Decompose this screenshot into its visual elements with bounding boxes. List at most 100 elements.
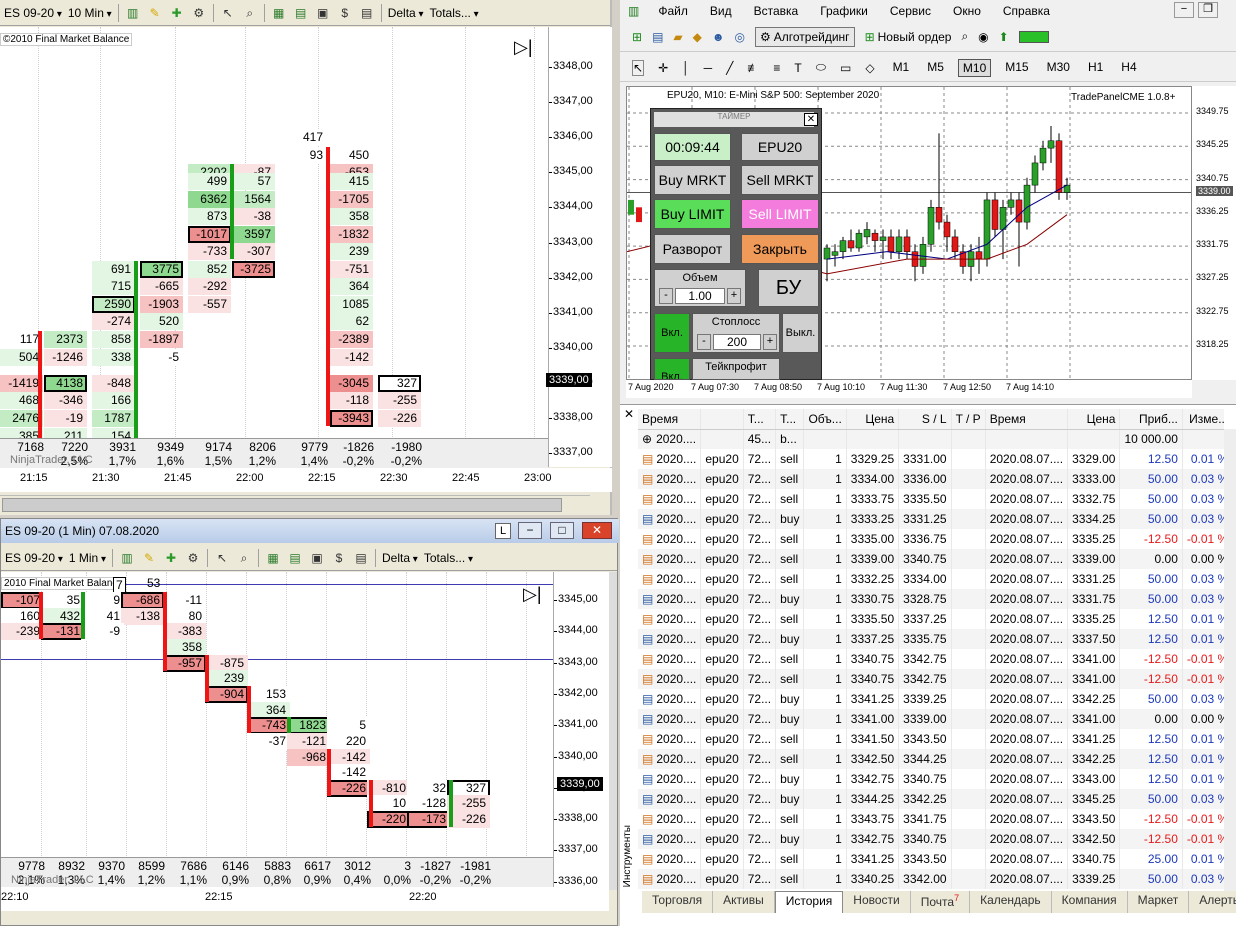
strategy-icon[interactable]: ⚙ — [185, 550, 201, 566]
tab-2[interactable]: История — [774, 891, 844, 913]
period-select[interactable]: 1 Min — [69, 551, 106, 565]
sl-plus-button[interactable]: + — [763, 334, 777, 350]
column-header[interactable]: Время — [985, 409, 1069, 430]
breakeven-button[interactable]: БУ — [758, 269, 819, 307]
volume-profile-icon[interactable]: ▤ — [293, 5, 309, 21]
table-row[interactable]: ▤ 2020.... epu20 72... sell 1 3335.50 3337.25 20… — [638, 609, 1224, 629]
table-row[interactable]: ▤ 2020.... epu20 72... buy 1 3342.75 3340.75 202… — [638, 769, 1224, 789]
horizontal-scrollbar[interactable] — [0, 495, 590, 513]
fibo-icon[interactable]: ≡ — [773, 61, 780, 75]
timeframe-m1[interactable]: M1 — [889, 59, 914, 77]
algo-trading-button[interactable]: ⚙ Алготрейдинг — [755, 26, 855, 47]
column-header[interactable]: Время — [638, 409, 702, 430]
timer-titlebar[interactable]: ТАЙМЕР — [654, 112, 814, 127]
vertical-scrollbar[interactable] — [609, 572, 617, 890]
delta-select[interactable]: Delta — [382, 551, 418, 565]
rectangle-icon[interactable]: ▭ — [840, 61, 851, 75]
bar-type-icon[interactable]: ▥ — [119, 550, 135, 566]
delta-select[interactable]: Delta — [388, 6, 424, 20]
table-row[interactable]: ▤ 2020.... epu20 72... sell 1 3334.00 3336.00 20… — [638, 469, 1224, 489]
stoploss-off-button[interactable]: Выкл. — [782, 313, 819, 353]
menu-window[interactable]: Окно — [942, 4, 992, 18]
close-panel-icon[interactable]: ✕ — [624, 407, 634, 421]
table-row[interactable]: ▤ 2020.... epu20 72... sell 1 3340.75 3342.75 20… — [638, 649, 1224, 669]
table-row[interactable]: ▤ 2020.... epu20 72... buy 1 3344.25 3342.25 202… — [638, 789, 1224, 809]
properties-icon[interactable]: ▤ — [353, 550, 369, 566]
sl-minus-button[interactable]: - — [697, 334, 711, 350]
close-icon[interactable]: ✕ — [804, 113, 818, 126]
cursor-icon[interactable]: ↖ — [214, 550, 230, 566]
strategy-icon[interactable]: ⚙ — [191, 5, 207, 21]
table-row[interactable]: ▤ 2020.... epu20 72... buy 1 3333.25 3331.25 202… — [638, 509, 1224, 529]
balance-row[interactable]: ⊕ 2020.... 45... b... 10 000.00 — [638, 429, 1224, 449]
picture-icon[interactable]: ▣ — [315, 5, 331, 21]
add-indicator-icon[interactable]: ✚ — [163, 550, 179, 566]
crosshair-icon[interactable]: ✛ — [658, 61, 668, 75]
tab-4[interactable]: Почта7 — [911, 891, 971, 913]
instrument-select[interactable]: ES 09-20 — [5, 551, 63, 565]
table-row[interactable]: ▤ 2020.... epu20 72... buy 1 3342.75 3340.75 202… — [638, 829, 1224, 849]
people-icon[interactable]: ☻ — [712, 30, 725, 44]
level-icon[interactable]: ⬆ — [999, 30, 1009, 44]
tab-7[interactable]: Маркет — [1128, 891, 1190, 913]
volume-minus-button[interactable]: - — [659, 288, 673, 304]
column-header[interactable]: Цена — [1067, 409, 1121, 430]
column-header[interactable]: Цена — [846, 409, 900, 430]
column-header[interactable]: S / L — [898, 409, 952, 430]
menu-tools[interactable]: Сервис — [879, 4, 942, 18]
table-row[interactable]: ▤ 2020.... epu20 72... sell 1 3333.75 3335.50 20… — [638, 489, 1224, 509]
column-header[interactable]: Т... — [743, 409, 777, 430]
sl-input[interactable]: 200 — [713, 334, 761, 350]
add-indicator-icon[interactable]: ✚ — [169, 5, 185, 21]
table-row[interactable]: ▤ 2020.... epu20 72... buy 1 3330.75 3328.75 202… — [638, 589, 1224, 609]
table-row[interactable]: ▤ 2020.... epu20 72... sell 1 3342.50 3344.25 20… — [638, 749, 1224, 769]
close-position-button[interactable]: Закрыть — [741, 234, 819, 264]
table-row[interactable]: ▤ 2020.... epu20 72... sell 1 3340.75 3342.75 20… — [638, 669, 1224, 689]
buy-limit-button[interactable]: Buy LIMIT — [654, 199, 731, 229]
bar-type-icon[interactable]: ▥ — [125, 5, 141, 21]
expand-icon[interactable]: ⊕ — [642, 432, 652, 446]
menu-charts[interactable]: Графики — [809, 4, 879, 18]
timeframe-h4[interactable]: H4 — [1117, 59, 1140, 77]
menu-file[interactable]: Файл — [647, 4, 699, 18]
zoom-icon[interactable]: ⌕ — [236, 550, 252, 566]
zoom-icon[interactable]: ⌕ — [242, 5, 258, 21]
maximize-icon[interactable]: □ — [550, 522, 574, 539]
sell-limit-button[interactable]: Sell LIMIT — [741, 199, 819, 229]
timeframe-m15[interactable]: M15 — [1001, 59, 1032, 77]
pencil-icon[interactable]: ✎ — [147, 5, 163, 21]
orderflow-icon[interactable]: ▦ — [271, 5, 287, 21]
signal-icon[interactable]: ◎ — [735, 30, 745, 44]
table-row[interactable]: ▤ 2020.... epu20 72... sell 1 3335.00 3336.75 20… — [638, 529, 1224, 549]
channel-icon[interactable]: ≢ — [747, 61, 759, 75]
link-button[interactable]: L — [495, 523, 511, 539]
menu-help[interactable]: Справка — [992, 4, 1061, 18]
dollar-icon[interactable]: $ — [337, 5, 353, 21]
cursor-icon[interactable]: ↖ — [220, 5, 236, 21]
menu-view[interactable]: Вид — [699, 4, 743, 18]
tab-8[interactable]: Алерты — [1189, 891, 1236, 913]
table-row[interactable]: ▤ 2020.... epu20 72... sell 1 3341.50 3343.50 20… — [638, 729, 1224, 749]
pencil-icon[interactable]: ✎ — [141, 550, 157, 566]
symbol-button[interactable]: EPU20 — [741, 133, 819, 161]
totals-select[interactable]: Totals... — [430, 6, 479, 20]
column-header[interactable]: Изме... — [1182, 409, 1224, 430]
properties-icon[interactable]: ▤ — [359, 5, 375, 21]
shapes-icon[interactable]: ◇ — [865, 61, 874, 75]
left-bottom-chart[interactable]: 2010 Final Market Balance 7 53 ▷| -107 35… — [1, 572, 553, 858]
tab-6[interactable]: Компания — [1052, 891, 1128, 913]
tab-0[interactable]: Торговля — [642, 891, 714, 913]
text-icon[interactable]: T — [794, 61, 801, 75]
account-icon[interactable]: ◉ — [978, 30, 988, 44]
search-icon[interactable]: ⌕ — [961, 29, 968, 44]
takeprofit-on-button[interactable]: Вкл. — [654, 358, 690, 380]
column-header[interactable]: Объ... — [803, 409, 847, 430]
column-header[interactable]: Приб... — [1119, 409, 1183, 430]
dollar-icon[interactable]: $ — [331, 550, 347, 566]
left-top-chart[interactable]: ©2010 Final Market Balance ▷| F 41793450… — [0, 27, 548, 467]
tab-5[interactable]: Календарь — [970, 891, 1052, 913]
market-watch-icon[interactable]: ▰ — [673, 30, 682, 44]
window-titlebar[interactable]: ES 09-20 (1 Min) 07.08.2020 L − □ ✕ — [1, 519, 619, 543]
table-row[interactable]: ▤ 2020.... epu20 72... sell 1 3329.25 3331.00 20… — [638, 449, 1224, 469]
table-row[interactable]: ▤ 2020.... epu20 72... buy 1 3337.25 3335.75 202… — [638, 629, 1224, 649]
